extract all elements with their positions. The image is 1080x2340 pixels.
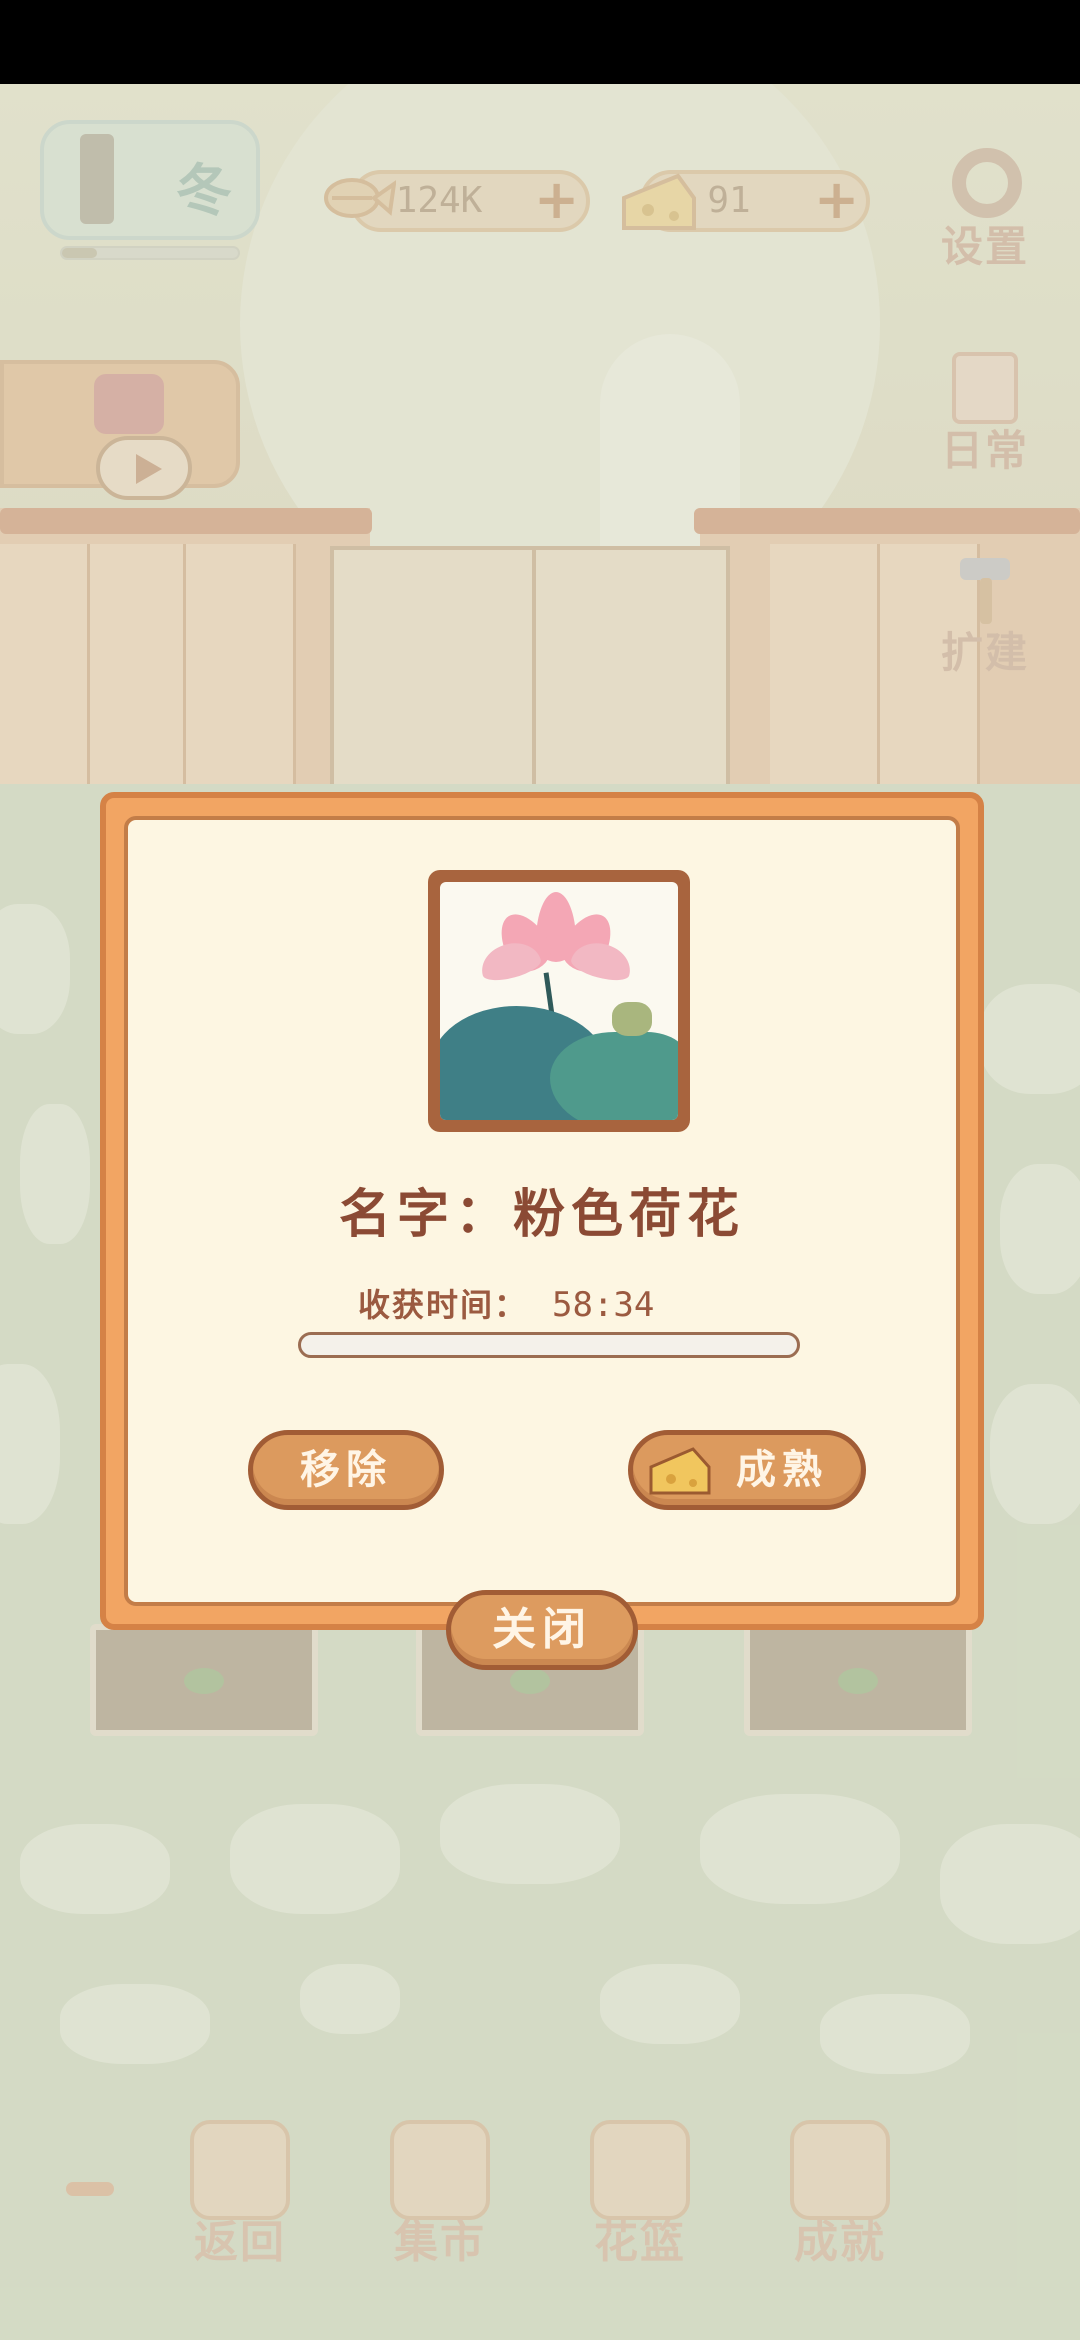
- remove-button[interactable]: 移除: [248, 1430, 444, 1510]
- dialog-panel: 名字：粉色荷花 收获时间： 58:34 移除 成熟: [124, 816, 960, 1606]
- remove-label: 移除: [300, 1447, 392, 1493]
- status-bar: [0, 0, 1080, 84]
- harvest-countdown: 58:34: [552, 1285, 655, 1325]
- close-button[interactable]: 关闭: [446, 1590, 638, 1670]
- harvest-time-row: 收获时间： 58:34: [358, 1280, 654, 1326]
- close-label: 关闭: [492, 1604, 592, 1655]
- flower-picture-frame: [428, 870, 690, 1132]
- cheese-icon: [649, 1447, 711, 1495]
- plant-info-dialog: 名字：粉色荷花 收获时间： 58:34 移除 成熟: [100, 792, 984, 1630]
- ripen-label: 成熟: [736, 1447, 828, 1493]
- pink-lotus-icon: [440, 882, 678, 1120]
- ripen-button[interactable]: 成熟: [628, 1430, 866, 1510]
- harvest-time-label: 收获时间：: [358, 1286, 529, 1324]
- flower-name: 名字：粉色荷花: [338, 1185, 745, 1245]
- growth-progress-bar: [298, 1332, 800, 1358]
